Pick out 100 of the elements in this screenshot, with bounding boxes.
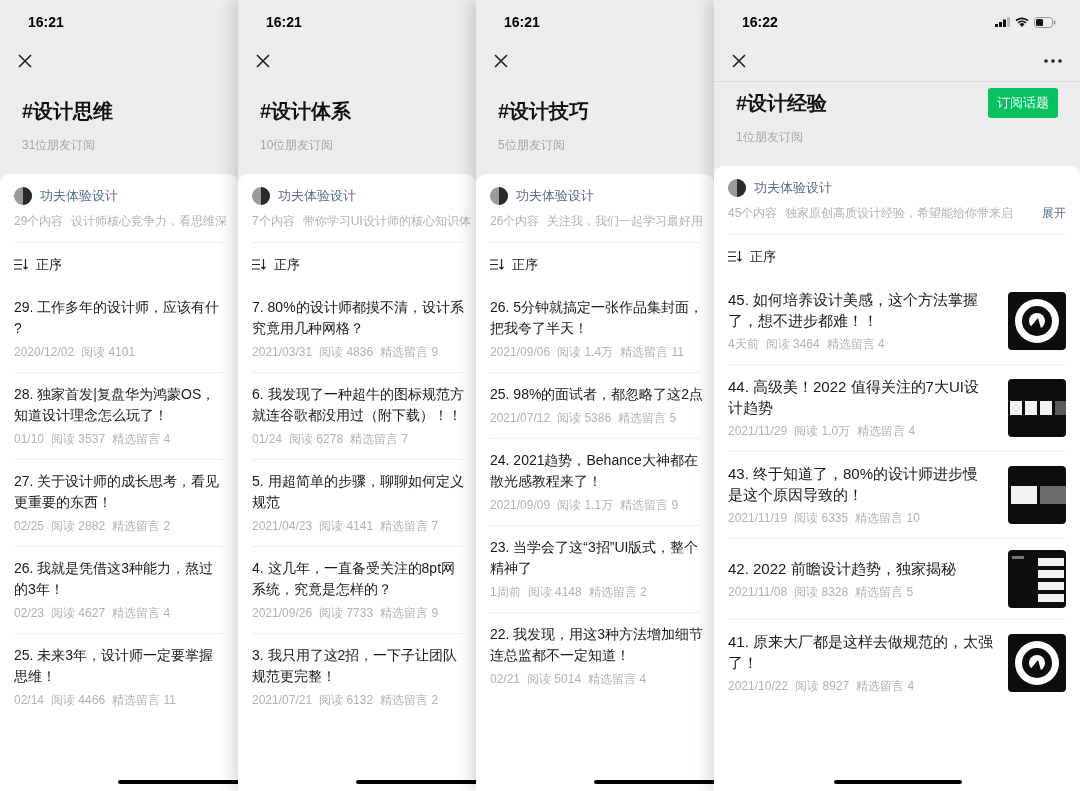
subscriber-count: 5位朋友订阅	[498, 138, 565, 152]
article-title: 散光感教程来了！	[490, 472, 603, 491]
wifi-icon	[1015, 17, 1029, 27]
content-count: 45个内容	[728, 204, 778, 222]
article-title: 27. 关于设计师的成长思考，看见	[14, 472, 220, 491]
article-meta: 阅读 1.0万	[794, 423, 851, 440]
article-meta: 2021/03/31	[252, 344, 313, 361]
article-title: 26. 我就是凭借这3种能力，熬过	[14, 559, 214, 578]
more-icon[interactable]	[1044, 58, 1062, 63]
article-meta: 精选留言 9	[620, 497, 679, 514]
article-meta: 2021/11/29	[728, 423, 788, 440]
article-title: 的3年！	[14, 580, 65, 599]
article-item[interactable]: 7. 80%的设计师都摸不清，设计系 究竟用几种网格？ 2021/03/31 阅读 4836 精选留言 9	[252, 286, 462, 373]
topic-description: 带你学习UI设计师的核心知识体	[302, 212, 471, 230]
article-meta: 2021/11/19	[728, 510, 788, 527]
expand-link[interactable]: 展开	[1042, 203, 1066, 222]
article-title: 44. 高级美！2022 值得关注的7大UI设	[728, 377, 979, 397]
close-icon[interactable]	[256, 54, 270, 68]
article-meta: 阅读 8927	[795, 678, 850, 695]
article-meta: 02/21	[490, 671, 521, 688]
article-meta: 阅读 6335	[794, 510, 849, 527]
article-title: 计趋势	[728, 398, 774, 418]
content-count: 7个内容	[252, 212, 295, 230]
article-item[interactable]: 3. 我只用了这2招，一下子让团队 规范更完整！ 2021/07/21 阅读 6132 精选留言 2	[252, 634, 462, 720]
article-item[interactable]: 25. 98%的面试者，都忽略了这2点 2021/07/12 阅读 5386 精选留言 5	[490, 373, 700, 439]
article-meta: 02/23	[14, 605, 45, 622]
article-item[interactable]: 23. 当学会了这“3招”UI版式，整个 精神了 1周前 阅读 4148 精选留言 2	[490, 526, 700, 613]
article-item[interactable]: 41. 原来大厂都是这样去做规范的，太强 了！ 2021/10/22 阅读 8927 精选留言 4	[728, 620, 1066, 706]
article-item[interactable]: 27. 关于设计师的成长思考，看见 更重要的东西！ 02/25 阅读 2882 精选留言 2	[14, 460, 224, 547]
article-item[interactable]: 26. 5分钟就搞定一张作品集封面， 把我夸了半天！ 2021/09/06 阅读 1.4万 精选留言 11	[490, 286, 700, 373]
author-name[interactable]: 功夫体验设计	[754, 178, 832, 198]
subscriber-count: 31位朋友订阅	[22, 138, 96, 152]
article-title: 22. 我发现，用这3种方法增加细节	[490, 625, 704, 644]
article-title: 25. 未来3年，设计师一定要掌握	[14, 646, 214, 665]
article-item[interactable]: 29. 工作多年的设计师，应该有什 ? 2020/12/02 阅读 4101	[14, 286, 224, 373]
article-item[interactable]: 6. 我发现了一种超牛的图标规范方 就连谷歌都没用过（附下载）！！ 01/24 阅读 6278 精选留言 7	[252, 373, 462, 460]
article-item[interactable]: 42. 2022 前瞻设计趋势，独家揭秘 2021/11/08 阅读 8328 精选留言 5	[728, 539, 1066, 620]
article-meta: 阅读 8328	[794, 583, 849, 601]
article-meta: 精选留言 7	[350, 431, 409, 448]
article-title: 29. 工作多年的设计师，应该有什	[14, 298, 220, 317]
sort-icon[interactable]	[14, 258, 28, 270]
article-meta: 精选留言 4	[112, 605, 171, 622]
article-item[interactable]: 26. 我就是凭借这3种能力，熬过 的3年！ 02/23 阅读 4627 精选留言 4	[14, 547, 224, 634]
article-meta: 阅读 1.1万	[557, 497, 614, 514]
article-meta: 精选留言 2	[112, 518, 171, 535]
article-meta: 精选留言 4	[857, 423, 916, 440]
sort-order[interactable]: 正序	[512, 254, 538, 274]
article-meta: 阅读 4148	[527, 584, 582, 601]
article-item[interactable]: 25. 未来3年，设计师一定要掌握 思维！ 02/14 阅读 4466 精选留言 11	[14, 634, 224, 720]
article-title: 24. 2021趋势，Behance大神都在	[490, 451, 698, 470]
article-item[interactable]: 43. 终于知道了，80%的设计师进步慢 是这个原因导致的！ 2021/11/19 阅读 6335 精选留言 10	[728, 452, 1066, 539]
status-time: 16:21	[28, 12, 64, 32]
article-title: 知道设计理念怎么玩了！	[14, 406, 169, 425]
close-icon[interactable]	[494, 54, 508, 68]
subscriber-count: 1位朋友订阅	[736, 130, 803, 144]
article-title: 了！	[728, 653, 759, 673]
status-time: 16:21	[504, 12, 540, 32]
article-item[interactable]: 28. 独家首发|复盘华为鸿蒙OS， 知道设计理念怎么玩了！ 01/10 阅读 3537 精选留言 4	[14, 373, 224, 460]
close-icon[interactable]	[18, 54, 32, 68]
article-meta: 01/10	[14, 431, 45, 448]
article-meta: 精选留言 4	[856, 678, 915, 695]
article-item[interactable]: 5. 用超简单的步骤，聊聊如何定义 规范 2021/04/23 阅读 4141 精选留言 7	[252, 460, 462, 547]
article-meta: 2021/07/21	[252, 692, 313, 709]
article-item[interactable]: 4. 这几年，一直备受关注的8pt网 系统，究竟是怎样的？ 2021/09/26 阅读 7733 精选留言 9	[252, 547, 462, 634]
close-icon[interactable]	[732, 53, 746, 68]
article-meta: 2021/09/06	[490, 344, 551, 361]
article-meta: 阅读 5014	[527, 671, 582, 688]
article-meta: 2021/10/22	[728, 678, 789, 695]
sort-order[interactable]: 正序	[36, 254, 62, 274]
article-meta: 阅读 7733	[319, 605, 374, 622]
sort-order[interactable]: 正序	[750, 246, 776, 266]
sort-order[interactable]: 正序	[274, 254, 300, 274]
article-meta: 阅读 4836	[319, 344, 374, 361]
author-name[interactable]: 功夫体验设计	[40, 186, 118, 206]
article-meta: 2021/09/09	[490, 497, 551, 514]
article-meta: 阅读 4466	[51, 692, 106, 709]
article-meta: 阅读 6278	[289, 431, 344, 448]
article-meta: 阅读 4627	[51, 605, 106, 622]
topic-description: 设计师核心竞争力，看思维深	[71, 212, 228, 230]
article-title: 精神了	[490, 559, 533, 578]
article-title: ?	[14, 319, 23, 338]
author-avatar	[728, 178, 746, 197]
article-meta: 精选留言 7	[380, 518, 439, 535]
author-name[interactable]: 功夫体验设计	[278, 186, 356, 206]
article-item[interactable]: 24. 2021趋势，Behance大神都在 散光感教程来了！ 2021/09/09 阅读 1.1万 精选留言 9	[490, 439, 700, 526]
author-name[interactable]: 功夫体验设计	[516, 186, 594, 206]
article-title: 规范	[252, 493, 281, 512]
subscriber-count: 10位朋友订阅	[260, 138, 334, 152]
article-item[interactable]: 45. 如何培养设计美感，这个方法掌握 了，想不进步都难！！ 4天前 阅读 3464 精选留言 4	[728, 278, 1066, 365]
article-meta: 阅读 6132	[319, 692, 374, 709]
article-title: 了，想不进步都难！！	[728, 311, 879, 331]
article-meta: 2021/11/08	[728, 583, 788, 601]
author-avatar	[14, 186, 32, 205]
sort-icon[interactable]	[252, 258, 266, 270]
article-title: 23. 当学会了这“3招”UI版式，整个	[490, 538, 699, 557]
sort-icon[interactable]	[728, 250, 742, 262]
article-meta: 精选留言 10	[855, 510, 920, 527]
sort-icon[interactable]	[490, 258, 504, 270]
article-meta: 阅读 3464	[765, 336, 820, 353]
article-item[interactable]: 44. 高级美！2022 值得关注的7大UI设 计趋势 2021/11/29 阅读 1.0万 精选留言 4	[728, 365, 1066, 452]
